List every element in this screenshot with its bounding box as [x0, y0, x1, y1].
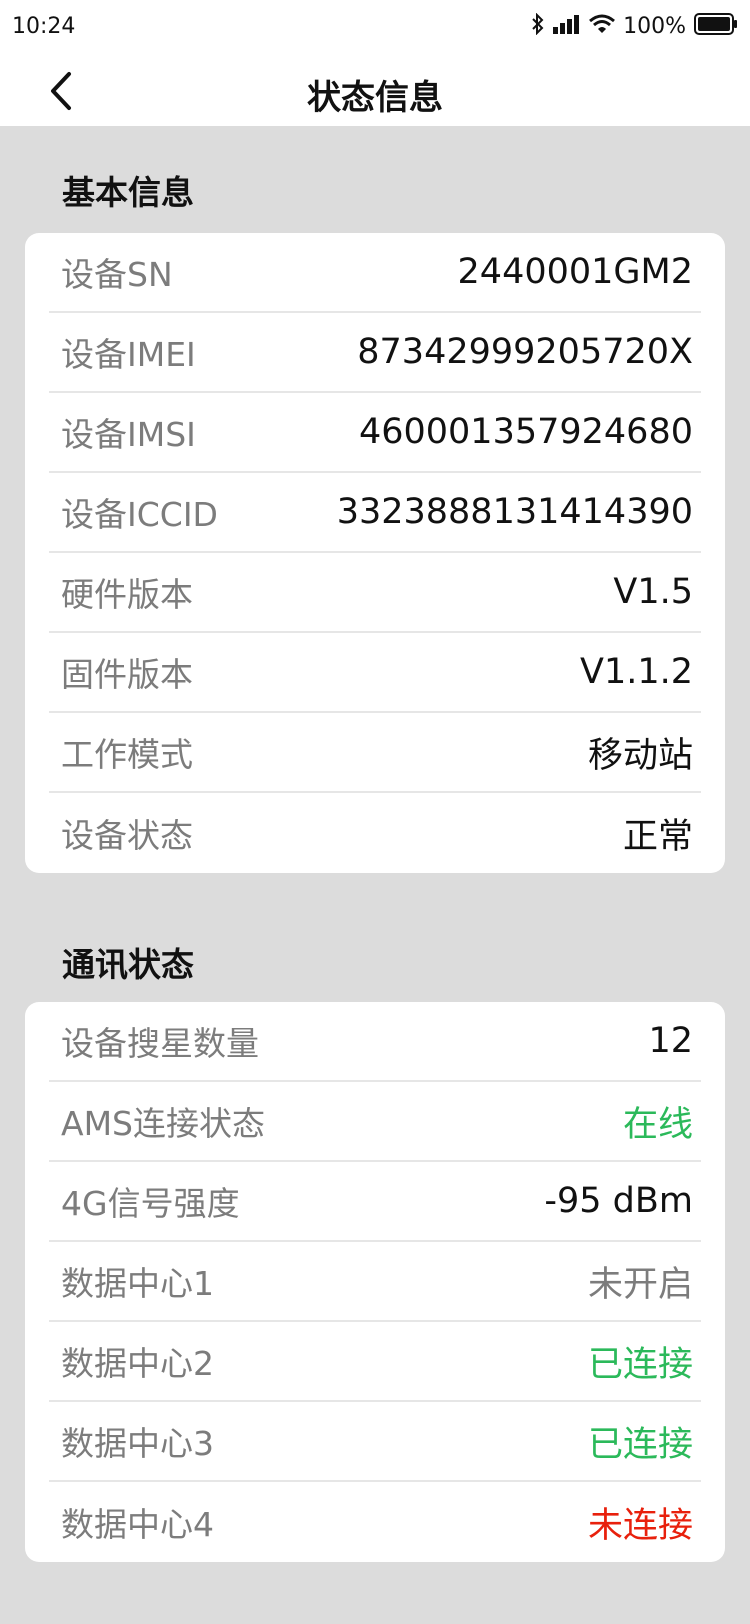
page-title: 状态信息 — [307, 78, 443, 118]
info-row: 数据中心3 已连接 — [49, 1402, 701, 1482]
row-label: 设备状态 — [61, 816, 193, 855]
info-row: 设备IMSI 460001357924680 — [49, 393, 701, 473]
row-label: 数据中心2 — [61, 1344, 214, 1383]
row-label: 设备ICCID — [61, 495, 218, 534]
info-row: 工作模式 移动站 — [49, 713, 701, 793]
battery-percent: 100% — [623, 13, 686, 39]
comm-status-card: 设备搜星数量 12 AMS连接状态 在线 4G信号强度 -95 dBm 数据中心… — [25, 1002, 725, 1562]
row-value: 3323888131414390 — [336, 492, 693, 532]
info-row: AMS连接状态 在线 — [49, 1082, 701, 1162]
status-time: 10:24 — [12, 14, 76, 39]
battery-icon — [694, 13, 738, 39]
row-value: V1.5 — [613, 572, 693, 612]
row-label: 设备搜星数量 — [61, 1024, 259, 1063]
info-row: 设备ICCID 3323888131414390 — [49, 473, 701, 553]
row-label: AMS连接状态 — [61, 1104, 265, 1143]
row-value: 12 — [648, 1021, 693, 1061]
wifi-icon — [589, 14, 616, 38]
bluetooth-icon — [531, 12, 545, 39]
row-value: 2440001GM2 — [457, 252, 693, 292]
row-value: 已连接 — [587, 1344, 693, 1385]
row-label: 4G信号强度 — [61, 1184, 240, 1223]
row-value: 已连接 — [587, 1424, 693, 1465]
row-label: 固件版本 — [61, 655, 193, 694]
row-value: 未开启 — [587, 1264, 693, 1305]
info-row: 硬件版本 V1.5 — [49, 553, 701, 633]
info-row: 数据中心4 未连接 — [49, 1482, 701, 1562]
section-title-basic-info: 基本信息 — [62, 173, 194, 212]
row-label: 数据中心1 — [61, 1264, 214, 1303]
info-row: 数据中心1 未开启 — [49, 1242, 701, 1322]
row-label: 硬件版本 — [61, 575, 193, 614]
row-label: 数据中心4 — [61, 1505, 214, 1544]
row-value: 在线 — [622, 1104, 693, 1145]
row-value: -95 dBm — [544, 1181, 693, 1221]
info-row: 数据中心2 已连接 — [49, 1322, 701, 1402]
status-icons: 100% — [531, 12, 738, 40]
info-row: 设备SN 2440001GM2 — [49, 233, 701, 313]
cellular-signal-icon — [553, 14, 581, 38]
row-label: 设备IMSI — [61, 415, 196, 454]
info-row: 4G信号强度 -95 dBm — [49, 1162, 701, 1242]
row-label: 工作模式 — [61, 735, 193, 774]
info-row: 设备IMEI 87342999205720X — [49, 313, 701, 393]
row-value: 移动站 — [587, 735, 693, 776]
row-label: 数据中心3 — [61, 1424, 214, 1463]
row-value: V1.1.2 — [580, 652, 693, 692]
section-title-comm-status: 通讯状态 — [62, 945, 194, 984]
status-bar: 10:24 100% — [0, 0, 750, 56]
row-value: 未连接 — [587, 1505, 693, 1546]
nav-bar: 状态信息 — [0, 56, 750, 126]
row-label: 设备IMEI — [61, 335, 196, 374]
info-row: 设备搜星数量 12 — [49, 1002, 701, 1082]
info-row: 设备状态 正常 — [49, 793, 701, 873]
row-value: 87342999205720X — [357, 332, 693, 372]
row-label: 设备SN — [61, 255, 173, 294]
row-value: 460001357924680 — [358, 412, 693, 452]
basic-info-card: 设备SN 2440001GM2 设备IMEI 87342999205720X 设… — [25, 233, 725, 873]
info-row: 固件版本 V1.1.2 — [49, 633, 701, 713]
row-value: 正常 — [622, 816, 693, 857]
